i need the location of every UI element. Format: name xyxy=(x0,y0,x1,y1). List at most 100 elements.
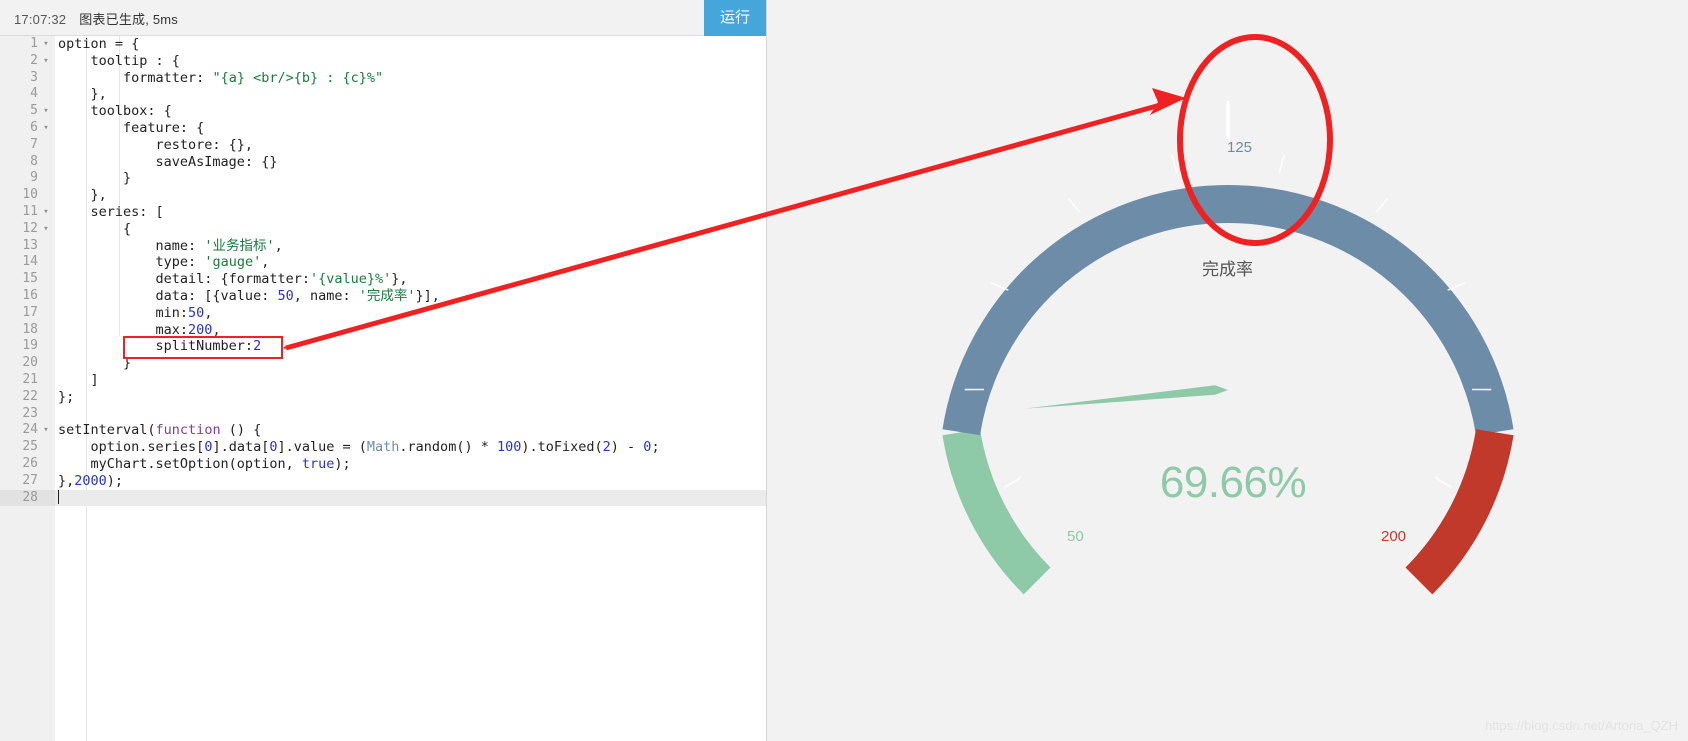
gauge-axis-segment-blue xyxy=(942,185,1514,436)
code-line[interactable]: 20 } xyxy=(0,355,766,372)
line-number: 27 xyxy=(22,472,38,488)
code-area[interactable]: 1 ▾ option = {2 ▾ tooltip : {3 formatter: "… xyxy=(0,36,766,741)
code-line-text: } xyxy=(58,355,132,372)
gauge-chart xyxy=(942,101,1514,595)
run-button[interactable]: 运行 xyxy=(704,0,766,36)
gauge-tick-label-mid: 125 xyxy=(1227,139,1253,156)
gauge-axis-segment-green xyxy=(942,428,1051,595)
line-number: 21 xyxy=(22,371,38,387)
code-line[interactable]: 1 ▾ option = { xyxy=(0,36,766,53)
line-number: 2 xyxy=(30,52,38,68)
code-line[interactable]: 9 } xyxy=(0,170,766,187)
line-number: 25 xyxy=(22,439,38,455)
code-line-text: myChart.setOption(option, true); xyxy=(58,455,351,472)
line-number: 4 xyxy=(30,86,38,102)
fold-toggle-icon[interactable]: ▾ xyxy=(41,120,51,137)
code-line-text: option = { xyxy=(58,36,140,52)
code-line[interactable]: 8 saveAsImage: {} xyxy=(0,154,766,171)
code-line[interactable]: 3 formatter: "{a} <br/>{b} : {c}%" xyxy=(0,70,766,87)
fold-toggle-icon[interactable]: ▾ xyxy=(41,36,51,53)
code-line[interactable]: 13 name: '业务指标', xyxy=(0,238,766,255)
code-line[interactable]: 7 restore: {}, xyxy=(0,137,766,154)
line-number: 12 xyxy=(22,220,38,236)
line-number: 3 xyxy=(30,69,38,85)
code-line[interactable]: 23 xyxy=(0,406,766,423)
code-line-text: toolbox: { xyxy=(58,103,172,120)
code-line[interactable]: 22}; xyxy=(0,389,766,406)
code-line[interactable]: 16 data: [{value: 50, name: '完成率'}], xyxy=(0,288,766,305)
fold-toggle-icon[interactable]: ▾ xyxy=(41,103,51,120)
code-line-text: series: [ xyxy=(58,203,164,220)
code-line[interactable]: 12 ▾ { xyxy=(0,221,766,238)
line-number: 22 xyxy=(22,388,38,404)
line-number: 28 xyxy=(22,489,38,505)
gauge-axis-segment-red xyxy=(1405,428,1514,595)
code-line-text: { xyxy=(58,220,132,237)
watermark-text: https://blog.csdn.net/Artoria_QZH xyxy=(1485,718,1678,733)
status-timestamp: 17:07:32 xyxy=(14,12,67,27)
code-line[interactable]: 5 ▾ toolbox: { xyxy=(0,103,766,120)
code-line[interactable]: 17 min:50, xyxy=(0,305,766,322)
status-message: 图表已生成, 5ms xyxy=(79,12,179,27)
line-number: 8 xyxy=(30,153,38,169)
code-line[interactable]: 24 ▾ setInterval(function () { xyxy=(0,422,766,439)
line-number: 16 xyxy=(22,287,38,303)
code-line[interactable]: 14 type: 'gauge', xyxy=(0,254,766,271)
code-lines[interactable]: 1 ▾ option = {2 ▾ tooltip : {3 formatter: "… xyxy=(0,36,766,507)
code-line[interactable]: 15 detail: {formatter:'{value}%'}, xyxy=(0,271,766,288)
code-line[interactable]: 11 ▾ series: [ xyxy=(0,204,766,221)
gauge-tick-label-max: 200 xyxy=(1381,528,1407,545)
fold-toggle-icon[interactable]: ▾ xyxy=(41,204,51,221)
line-number: 14 xyxy=(22,254,38,270)
code-line[interactable]: 27 },2000); xyxy=(0,473,766,490)
code-line[interactable]: 4 }, xyxy=(0,86,766,103)
line-number: 24 xyxy=(22,422,38,438)
line-number: 7 xyxy=(30,136,38,152)
code-line[interactable]: 18 max:200, xyxy=(0,322,766,339)
code-line-text: }, xyxy=(58,86,107,103)
code-line[interactable]: 2 ▾ tooltip : { xyxy=(0,53,766,70)
gauge-name-label: 完成率 xyxy=(1202,260,1253,279)
code-line-text: } xyxy=(58,170,132,187)
code-line-text: setInterval(function () { xyxy=(58,422,262,439)
line-number: 6 xyxy=(30,119,38,135)
code-line-text: max:200, xyxy=(58,321,221,338)
code-line-text: splitNumber:2 xyxy=(58,338,262,355)
code-line-text: formatter: "{a} <br/>{b} : {c}%" xyxy=(58,69,384,86)
app-root: 17:07:32 图表已生成, 5ms 运行 1 ▾ option = {2 ▾ too… xyxy=(0,0,1688,741)
fold-toggle-icon[interactable]: ▾ xyxy=(41,53,51,70)
editor-status-bar: 17:07:32 图表已生成, 5ms 运行 xyxy=(0,0,766,36)
line-number: 11 xyxy=(22,203,38,219)
code-line[interactable]: 6 ▾ feature: { xyxy=(0,120,766,137)
line-number: 1 xyxy=(30,36,38,51)
gauge-tick-label-min: 50 xyxy=(1067,528,1084,545)
fold-toggle-icon[interactable]: ▾ xyxy=(41,221,51,238)
code-line-text: }, xyxy=(58,187,107,204)
code-line[interactable]: 25 option.series[0].data[0].value = (Mat… xyxy=(0,439,766,456)
code-line-text: option.series[0].data[0].value = (Math.r… xyxy=(58,439,660,456)
code-editor-pane: 17:07:32 图表已生成, 5ms 运行 1 ▾ option = {2 ▾ too… xyxy=(0,0,767,741)
code-line[interactable]: 26 myChart.setOption(option, true); xyxy=(0,456,766,473)
line-number: 26 xyxy=(22,455,38,471)
code-line[interactable]: 28 xyxy=(0,489,766,507)
code-line-text: saveAsImage: {} xyxy=(58,153,278,170)
line-number: 19 xyxy=(22,338,38,354)
line-number: 5 xyxy=(30,103,38,119)
line-number: 9 xyxy=(30,170,38,186)
code-line[interactable]: 21 ] xyxy=(0,372,766,389)
line-number: 13 xyxy=(22,237,38,253)
fold-toggle-icon[interactable]: ▾ xyxy=(41,422,51,439)
code-line-text: ] xyxy=(58,371,99,388)
code-line-text: }; xyxy=(58,388,75,405)
code-line-text: feature: { xyxy=(58,119,205,136)
code-line[interactable]: 19 splitNumber:2 xyxy=(0,338,766,355)
code-line[interactable]: 10 }, xyxy=(0,187,766,204)
line-number: 20 xyxy=(22,355,38,371)
code-line-text: },2000); xyxy=(58,472,124,489)
code-line-text xyxy=(58,489,59,507)
status-text: 17:07:32 图表已生成, 5ms xyxy=(14,9,178,28)
code-line-text: restore: {}, xyxy=(58,136,254,153)
line-number: 15 xyxy=(22,271,38,287)
gauge-detail-value: 69.66% xyxy=(1159,458,1307,507)
line-number: 10 xyxy=(22,187,38,203)
